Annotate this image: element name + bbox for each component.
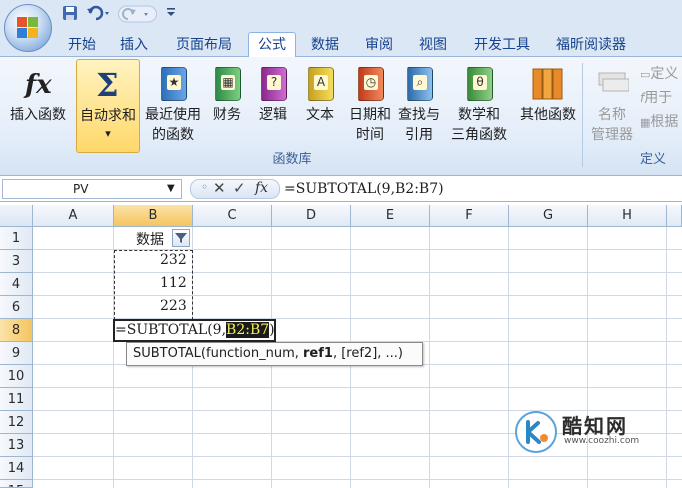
tab-view[interactable]: 视图 <box>412 34 454 56</box>
more-functions-button[interactable]: 其他函数 <box>516 59 580 151</box>
coozhi-watermark: 酷知网 www.coozhi.com <box>510 404 670 460</box>
sigma-icon: Σ <box>91 64 125 104</box>
tab-review[interactable]: 审阅 <box>358 34 400 56</box>
quick-access-toolbar <box>0 0 682 30</box>
row-header-3[interactable]: 3 <box>0 250 33 273</box>
column-header-f[interactable]: F <box>430 205 509 227</box>
tab-insert[interactable]: 插入 <box>114 34 154 56</box>
use-in-formula-button[interactable]: f用于 <box>640 87 672 107</box>
math-trig-button[interactable]: θ 数学和 三角函数 <box>444 59 514 151</box>
gridline <box>508 227 509 488</box>
function-tooltip[interactable]: SUBTOTAL(function_num, ref1, [ref2], ...… <box>126 342 423 366</box>
row-header-10[interactable]: 10 <box>0 365 33 388</box>
ribbon-formulas: fx 插入函数 Σ 自动求和 ▾ ★ 最近使用 的函数 ▦ 财务 ? 逻辑 A … <box>0 57 682 176</box>
row-header-6[interactable]: 6 <box>0 296 33 319</box>
coozhi-logo-icon <box>515 411 557 453</box>
row-header-9[interactable]: 9 <box>0 342 33 365</box>
table-small-icon: ▦ <box>640 116 651 129</box>
logical-book-icon: ? <box>256 63 290 103</box>
financial-book-icon: ▦ <box>210 63 244 103</box>
row-header-4[interactable]: 4 <box>0 273 33 296</box>
row-header-14[interactable]: 14 <box>0 457 33 480</box>
define-name-button[interactable]: ▭定义 <box>640 63 678 83</box>
name-box[interactable]: PV ▼ <box>2 179 182 199</box>
function-library-group-label: 函数库 <box>272 152 312 167</box>
redo-icon[interactable] <box>118 5 158 23</box>
logical-button[interactable]: ? 逻辑 <box>252 59 294 151</box>
defined-names-group-label: 定义 <box>640 152 667 167</box>
lookup-reference-button[interactable]: ⌕ 查找与 引用 <box>396 59 442 151</box>
autosum-button[interactable]: Σ 自动求和 ▾ <box>76 59 140 153</box>
recently-used-button[interactable]: ★ 最近使用 的函数 <box>140 59 206 151</box>
fx-icon: fx <box>21 63 55 103</box>
column-header-a[interactable]: A <box>33 205 114 227</box>
save-icon[interactable] <box>62 5 78 23</box>
filter-icon <box>175 233 187 243</box>
undo-icon[interactable] <box>86 5 112 23</box>
gridline <box>429 227 430 488</box>
row-header-11[interactable]: 11 <box>0 388 33 411</box>
name-manager-button[interactable]: 名称 管理器 <box>586 59 638 151</box>
highlighted-reference: B2:B7 <box>226 322 270 338</box>
row-header-12[interactable]: 12 <box>0 411 33 434</box>
text-button[interactable]: A 文本 <box>300 59 340 151</box>
watermark-url: www.coozhi.com <box>564 436 640 446</box>
column-header-d[interactable]: D <box>272 205 351 227</box>
financial-button[interactable]: ▦ 财务 <box>208 59 246 151</box>
ribbon-tabs: 开始 插入 页面布局 公式 数据 审阅 视图 开发工具 福昕阅读器 <box>0 30 682 58</box>
autosum-dropdown-icon[interactable]: ▾ <box>77 124 139 144</box>
office-logo-icon <box>17 17 39 39</box>
name-manager-icon <box>595 63 630 103</box>
column-header-i[interactable] <box>667 205 682 227</box>
enter-icon[interactable]: ✓ <box>233 179 246 197</box>
column-header-c[interactable]: C <box>193 205 272 227</box>
editing-cell-b8[interactable]: =SUBTOTAL(9,B2:B7) <box>113 319 276 342</box>
watermark-title: 酷知网 <box>562 414 628 438</box>
tab-home[interactable]: 开始 <box>62 34 102 56</box>
gridline <box>33 479 682 480</box>
math-book-icon: θ <box>462 63 496 103</box>
gridline <box>33 387 682 388</box>
column-header-g[interactable]: G <box>509 205 588 227</box>
formula-bar: PV ▼ ◦ ✕ ✓ fx =SUBTOTAL(9,B2:B7) <box>0 177 682 202</box>
define-name-icon: ▭ <box>640 68 651 81</box>
tab-developer[interactable]: 开发工具 <box>466 34 538 56</box>
name-box-dropdown-icon[interactable]: ▼ <box>167 180 175 198</box>
svg-text:fx: fx <box>23 70 52 100</box>
row-header-8[interactable]: 8 <box>0 319 33 342</box>
date-book-icon: ◷ <box>353 63 387 103</box>
customize-qat-icon[interactable] <box>166 5 176 23</box>
office-button[interactable] <box>4 4 52 52</box>
insert-function-icon[interactable]: fx <box>255 180 268 196</box>
formula-input[interactable]: =SUBTOTAL(9,B2:B7) <box>284 179 444 199</box>
create-from-selection-button[interactable]: ▦根据 <box>640 111 678 131</box>
svg-text:Σ: Σ <box>96 66 119 104</box>
lookup-book-icon: ⌕ <box>402 63 436 103</box>
formula-buttons: ◦ ✕ ✓ fx <box>190 179 280 199</box>
more-books-icon <box>531 63 565 103</box>
star-book-icon: ★ <box>156 63 190 103</box>
tab-page-layout[interactable]: 页面布局 <box>168 34 240 56</box>
column-header-e[interactable]: E <box>351 205 430 227</box>
row-header-15[interactable]: 15 <box>0 480 33 488</box>
row-header-13[interactable]: 13 <box>0 434 33 457</box>
text-book-icon: A <box>303 63 337 103</box>
tab-formulas[interactable]: 公式 <box>248 32 296 58</box>
grip-icon: ◦ <box>201 180 209 194</box>
row-header-1[interactable]: 1 <box>0 227 33 250</box>
selection-marquee <box>114 250 193 320</box>
date-time-button[interactable]: ◷ 日期和 时间 <box>346 59 394 151</box>
insert-function-button[interactable]: fx 插入函数 <box>4 59 72 151</box>
select-all-corner[interactable] <box>0 205 33 227</box>
tab-data[interactable]: 数据 <box>304 34 346 56</box>
column-header-b[interactable]: B <box>114 205 193 227</box>
group-separator <box>582 63 583 167</box>
cell-b1[interactable]: 数据 <box>136 229 164 249</box>
cancel-icon[interactable]: ✕ <box>213 179 226 197</box>
tab-foxit-reader[interactable]: 福昕阅读器 <box>548 34 634 56</box>
filter-dropdown-button[interactable] <box>172 229 190 247</box>
column-header-h[interactable]: H <box>588 205 667 227</box>
